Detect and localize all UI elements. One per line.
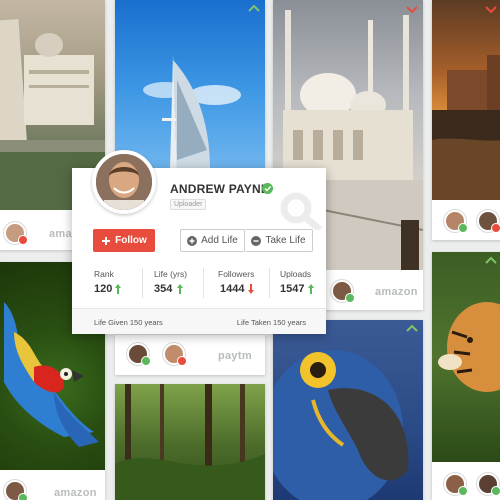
photo-card-forest[interactable] (115, 384, 265, 500)
macaw-illustration (273, 350, 409, 500)
chevron-up-icon[interactable] (484, 256, 498, 266)
remove-badge-icon[interactable] (491, 223, 500, 233)
check-badge-icon[interactable] (18, 493, 28, 500)
life-taken-text: Life Taken 150 years (236, 318, 306, 327)
chevron-down-icon[interactable] (484, 4, 498, 14)
take-life-label: Take Life (265, 235, 306, 246)
remove-badge-icon[interactable] (177, 356, 187, 366)
remove-badge-icon[interactable] (18, 235, 28, 245)
life-summary-strip: Life Given 150 years Life Taken 150 year… (72, 308, 326, 334)
avatar[interactable] (127, 343, 151, 366)
avatar[interactable] (444, 473, 468, 496)
tiger-illustration (438, 302, 500, 392)
photo-card-tiger[interactable] (432, 252, 500, 500)
plus-circle-icon (187, 235, 198, 246)
life-given-text: Life Given 150 years (94, 318, 163, 327)
check-badge-icon[interactable] (458, 486, 468, 496)
role-badge: Uploader (170, 199, 207, 210)
avatar[interactable] (331, 280, 355, 303)
photo-forest[interactable] (115, 384, 265, 500)
follow-button-label: Follow (115, 235, 147, 246)
stat-uploads-value: 1547 (280, 283, 305, 295)
stat-followers-label: Followers (218, 269, 255, 279)
check-badge-icon[interactable] (458, 223, 468, 233)
card-footer (432, 200, 500, 240)
check-badge-icon[interactable] (491, 486, 500, 496)
profile-card: ANDREW PAYNE Uploader Follow Add Life Ta… (72, 150, 326, 334)
arrow-up-icon (177, 284, 183, 294)
add-life-button[interactable]: Add Life (180, 229, 245, 252)
card-footer (432, 462, 500, 500)
plus-icon (102, 236, 111, 245)
person-photo-icon (96, 154, 152, 210)
chevron-up-icon[interactable] (247, 4, 261, 14)
photo-card-castle[interactable] (432, 0, 500, 240)
castle-illustration (432, 55, 500, 200)
avatar[interactable] (163, 343, 187, 366)
avatar[interactable] (477, 210, 500, 233)
photo-burj-al-arab[interactable] (115, 0, 265, 170)
stat-followers-value: 1444 (220, 283, 245, 295)
minus-circle-icon (251, 235, 262, 246)
photo-card-burj[interactable] (115, 0, 265, 170)
avatar[interactable] (444, 210, 468, 233)
brand-logo-paytm: paytm (218, 350, 252, 362)
card-footer: amazon (0, 470, 105, 500)
stat-uploads-label: Uploads (280, 269, 312, 279)
chevron-up-icon[interactable] (405, 324, 419, 334)
photo-card-footer-strip: paytm (115, 335, 265, 375)
stat-divider (142, 268, 143, 298)
check-badge-icon[interactable] (345, 293, 355, 303)
profile-name: ANDREW PAYNE (170, 182, 270, 196)
arrow-down-icon (248, 284, 254, 294)
profile-avatar[interactable] (92, 150, 156, 214)
brand-logo-amazon: amazon (375, 286, 418, 298)
add-life-label: Add Life (201, 235, 238, 246)
take-life-button[interactable]: Take Life (245, 229, 313, 252)
photo-castle-sunset[interactable] (432, 0, 500, 200)
check-badge-icon[interactable] (141, 356, 151, 366)
photo-blue-macaw[interactable] (273, 320, 423, 500)
stat-rank-value: 120 (94, 283, 113, 295)
stat-divider (203, 268, 204, 298)
avatar[interactable] (4, 222, 28, 245)
stat-life-label: Life (yrs) (154, 269, 188, 279)
arrow-up-icon (115, 284, 121, 294)
verified-check-icon (262, 183, 273, 194)
photo-tiger[interactable] (432, 252, 500, 462)
brand-logo-amazon: amazon (54, 487, 97, 499)
burj-illustration (143, 55, 241, 170)
watermark-logo-icon (280, 192, 323, 230)
photo-card-macaw[interactable] (273, 320, 423, 500)
avatar[interactable] (477, 473, 500, 496)
forest-illustration (115, 384, 265, 500)
chevron-down-icon[interactable] (405, 4, 419, 14)
stat-life-value: 354 (154, 283, 173, 295)
stat-divider (269, 268, 270, 298)
avatar[interactable] (4, 480, 28, 500)
follow-button[interactable]: Follow (93, 229, 155, 252)
arrow-up-icon (308, 284, 314, 294)
stat-rank-label: Rank (94, 269, 114, 279)
